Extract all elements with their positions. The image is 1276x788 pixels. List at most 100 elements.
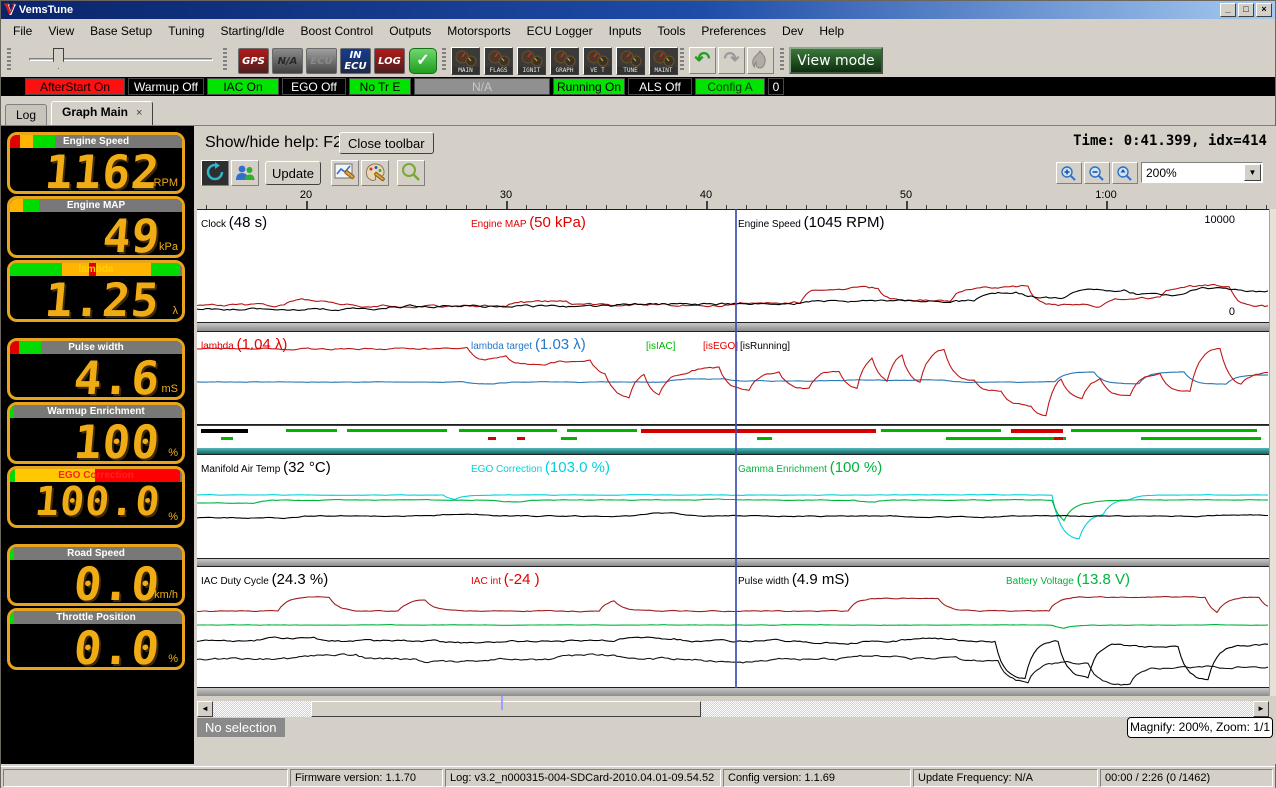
- toolbar-grip[interactable]: [7, 48, 11, 72]
- ignit-page-button[interactable]: IGNIT: [517, 47, 546, 75]
- signal-label--isrunning-: [isRunning]: [740, 341, 791, 352]
- gauge-value: 100.0: [32, 479, 163, 525]
- menu-file[interactable]: File: [5, 21, 40, 41]
- tune-page-button[interactable]: TUNE: [616, 47, 645, 75]
- gauge-lambda: lambda 1.25 λ: [7, 260, 185, 322]
- na-indicator[interactable]: N/A: [272, 48, 303, 74]
- minimize-icon[interactable]: _: [1220, 3, 1236, 17]
- gauge-unit: %: [168, 511, 178, 523]
- graph-panel-clock-map-speed[interactable]: 10000 0 Clock (48 s) Engine MAP (50 kPa) E…: [197, 209, 1269, 323]
- chart-edit-icon[interactable]: [331, 160, 359, 186]
- main-page-button[interactable]: MAIN: [451, 47, 480, 75]
- menu-boost-control[interactable]: Boost Control: [292, 21, 381, 41]
- graph-panel-lambda[interactable]: lambda (1.04 λ) lambda target (1.03 λ) [is…: [197, 331, 1269, 425]
- gauge-road-speed: Road Speed 0.0 km/h: [7, 544, 185, 606]
- menu-outputs[interactable]: Outputs: [381, 21, 439, 41]
- menu-dev[interactable]: Dev: [774, 21, 811, 41]
- in-ecu-indicator[interactable]: IN ECU: [340, 48, 371, 74]
- flag-trace-segment: [946, 437, 1066, 440]
- statusbar-field-1: Firmware version: 1.1.70: [290, 769, 443, 787]
- menu-motorsports[interactable]: Motorsports: [439, 21, 518, 41]
- tab-log[interactable]: Log: [5, 104, 48, 125]
- panel-separator[interactable]: [197, 688, 1269, 696]
- zoom-level-select[interactable]: 200% ▼: [1141, 162, 1263, 183]
- palette-icon[interactable]: [361, 160, 389, 186]
- ok-icon[interactable]: ✓: [409, 48, 437, 74]
- maint-page-button[interactable]: MAINT: [649, 47, 678, 75]
- graph-panel-iac-pulse[interactable]: IAC Duty Cycle (24.3 %) IAC int (-24 ) Pul…: [197, 566, 1269, 688]
- scrollbar-thumb[interactable]: [311, 701, 701, 717]
- graph-toolbar: Update 200% ▼: [197, 159, 1276, 189]
- signal-label-lambda-: lambda (1.04 λ): [201, 336, 288, 353]
- scroll-right-icon[interactable]: ►: [1253, 701, 1269, 717]
- signal-plot: [197, 283, 1269, 312]
- menu-tuning[interactable]: Tuning: [160, 21, 212, 41]
- title-bar[interactable]: V VemsTune _ □ ×: [1, 1, 1275, 19]
- status-n-a: N/A: [414, 78, 550, 95]
- vertical-scrollbar[interactable]: [1269, 209, 1276, 696]
- gauge-unit: %: [168, 447, 178, 459]
- flags-page-button[interactable]: FLAGS: [484, 47, 513, 75]
- gauge-value: 4.6: [71, 351, 163, 400]
- menu-base-setup[interactable]: Base Setup: [82, 21, 160, 41]
- time-cursor[interactable]: [735, 209, 737, 688]
- graph-panel-flags[interactable]: [197, 425, 1269, 448]
- panel-separator[interactable]: [197, 559, 1269, 566]
- menu-ecu-logger[interactable]: ECU Logger: [519, 21, 601, 41]
- close-icon[interactable]: ×: [1256, 3, 1272, 17]
- redo-icon[interactable]: ↷: [718, 47, 745, 74]
- signal-label-iac-int-: IAC int (-24 ): [471, 571, 540, 588]
- tab-graph-main[interactable]: Graph Main ×: [51, 101, 154, 125]
- flag-trace-segment: [286, 429, 337, 432]
- gauge-unit: %: [168, 653, 178, 665]
- menu-bar: File View Base Setup Tuning Starting/Idle Boo…: [1, 19, 1275, 43]
- close-toolbar-button[interactable]: Close toolbar: [339, 132, 434, 154]
- menu-view[interactable]: View: [40, 21, 82, 41]
- zoom-in-icon[interactable]: [1056, 162, 1082, 184]
- menu-help[interactable]: Help: [811, 21, 852, 41]
- flag-trace-segment: [201, 429, 248, 433]
- gps-indicator[interactable]: GPS: [238, 48, 269, 74]
- maximize-icon[interactable]: □: [1238, 3, 1254, 17]
- gauge-unit: kPa: [159, 241, 178, 253]
- ecu-indicator[interactable]: ECU: [306, 48, 337, 74]
- signal-label-gamma-enrichment-: Gamma Enrichment (100 %): [738, 459, 883, 476]
- signal-label-ego-correction-: EGO Correction (103.0 %): [471, 459, 610, 476]
- zoom-out-icon[interactable]: [1084, 162, 1110, 184]
- ve-t-page-button[interactable]: VE T: [583, 47, 612, 75]
- selection-marker: [501, 696, 503, 710]
- chevron-down-icon[interactable]: ▼: [1244, 164, 1261, 181]
- search-icon[interactable]: [397, 160, 425, 186]
- scroll-left-icon[interactable]: ◄: [197, 701, 213, 717]
- toolbar-grip[interactable]: [223, 48, 227, 72]
- panel-separator[interactable]: [197, 323, 1269, 331]
- flame-icon[interactable]: [747, 47, 774, 74]
- toolbar-grip[interactable]: [442, 48, 446, 72]
- update-button[interactable]: Update: [265, 161, 321, 185]
- log-position-slider-thumb[interactable]: [53, 48, 64, 69]
- gauge-warmup-enrichment: Warmup Enrichment 100%: [7, 402, 185, 464]
- flag-trace-segment: [488, 437, 496, 440]
- flag-trace-segment: [1054, 437, 1063, 440]
- menu-inputs[interactable]: Inputs: [601, 21, 650, 41]
- menu-tools[interactable]: Tools: [649, 21, 693, 41]
- timeline-tick-label: 30: [499, 189, 513, 201]
- tab-close-icon[interactable]: ×: [136, 107, 142, 119]
- menu-starting-idle[interactable]: Starting/Idle: [212, 21, 292, 41]
- graph-panel-temp-ego[interactable]: Manifold Air Temp (32 °C) EGO Correction …: [197, 454, 1269, 559]
- signal-label-manifold-air-temp-: Manifold Air Temp (32 °C): [201, 459, 331, 476]
- log-indicator[interactable]: LOG: [374, 48, 405, 74]
- undo-icon[interactable]: ↶: [689, 47, 716, 74]
- view-mode-button[interactable]: View mode: [789, 47, 883, 74]
- signal-plot: [197, 494, 1269, 540]
- graph-page-button[interactable]: GRAPH: [550, 47, 579, 75]
- toolbar-grip[interactable]: [680, 48, 684, 72]
- timeline-ruler[interactable]: 20 30 40 50 1:00: [197, 189, 1269, 209]
- toolbar-grip[interactable]: [780, 48, 784, 72]
- users-icon[interactable]: [231, 160, 259, 186]
- refresh-icon[interactable]: [201, 160, 229, 186]
- horizontal-scrollbar[interactable]: ◄ ►: [197, 701, 1269, 717]
- menu-preferences[interactable]: Preferences: [693, 21, 774, 41]
- tab-bar: Log Graph Main ×: [1, 100, 1275, 125]
- zoom-reset-icon[interactable]: [1112, 162, 1138, 184]
